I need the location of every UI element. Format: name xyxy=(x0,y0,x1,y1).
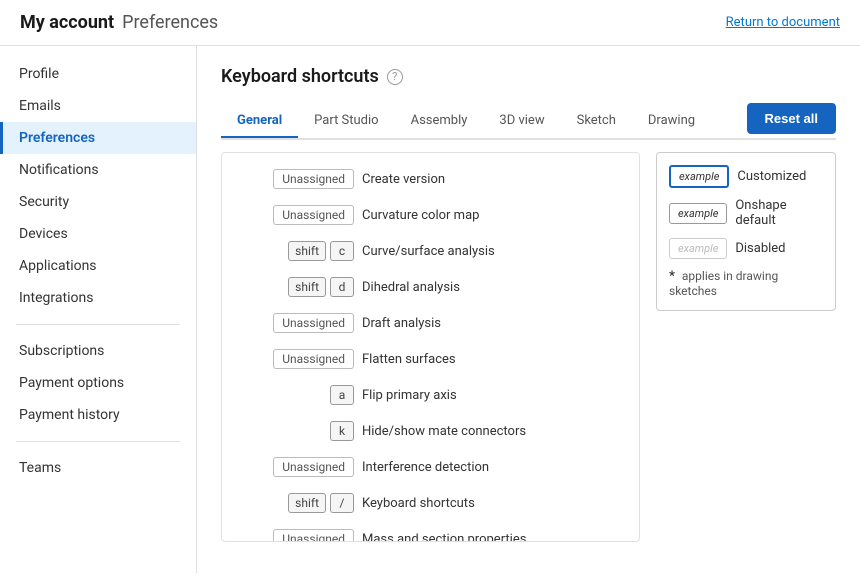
shortcut-list: Unassigned Create version Unassigned Curvat… xyxy=(222,153,639,542)
key-area: Unassigned xyxy=(234,457,354,477)
table-row[interactable]: shiftc Curve/surface analysis xyxy=(222,233,639,269)
tab-assembly[interactable]: Assembly xyxy=(395,105,484,138)
table-row[interactable]: shiftd Dihedral analysis xyxy=(222,269,639,305)
key-badge: k xyxy=(330,421,354,441)
unassigned-badge[interactable]: Unassigned xyxy=(273,313,354,333)
key-badge: shift xyxy=(288,241,326,261)
main-content: Keyboard shortcuts ? General Part Studio… xyxy=(197,46,860,573)
legend-item-disabled: example Disabled xyxy=(669,238,823,259)
key-area: Unassigned xyxy=(234,349,354,369)
tabs-row: General Part Studio Assembly 3D view Ske… xyxy=(221,103,836,140)
shortcut-list-wrapper[interactable]: Unassigned Create version Unassigned Curvat… xyxy=(221,152,640,542)
key-area: k xyxy=(234,421,354,441)
unassigned-badge[interactable]: Unassigned xyxy=(273,349,354,369)
action-label: Flip primary axis xyxy=(362,388,457,403)
table-row[interactable]: Unassigned Create version xyxy=(222,161,639,197)
legend-label-disabled: Disabled xyxy=(735,241,785,256)
legend-panel: example Customized example Onshape defau… xyxy=(656,152,836,311)
legend-key-disabled: example xyxy=(669,238,727,259)
legend-item-onshape: example Onshape default xyxy=(669,198,823,228)
key-area: Unassigned xyxy=(234,169,354,189)
unassigned-badge[interactable]: Unassigned xyxy=(273,205,354,225)
sidebar-item-integrations[interactable]: Integrations xyxy=(0,282,196,314)
key-area: Unassigned xyxy=(234,313,354,333)
myaccount-label: My account xyxy=(20,12,114,33)
action-label: Interference detection xyxy=(362,460,489,475)
sidebar-item-profile[interactable]: Profile xyxy=(0,58,196,90)
layout: Profile Emails Preferences Notifications… xyxy=(0,46,860,573)
sidebar: Profile Emails Preferences Notifications… xyxy=(0,46,197,573)
tab-drawing[interactable]: Drawing xyxy=(632,105,711,138)
unassigned-badge[interactable]: Unassigned xyxy=(273,169,354,189)
sidebar-divider-1 xyxy=(16,324,180,325)
return-link[interactable]: Return to document xyxy=(726,15,840,30)
sidebar-item-security[interactable]: Security xyxy=(0,186,196,218)
header: My account Preferences Return to documen… xyxy=(0,0,860,46)
action-label: Hide/show mate connectors xyxy=(362,424,526,439)
key-badge: / xyxy=(330,493,354,513)
key-area: Unassigned xyxy=(234,205,354,225)
legend-note: * applies in drawing sketches xyxy=(669,269,823,298)
key-badge: a xyxy=(330,385,354,405)
action-label: Flatten surfaces xyxy=(362,352,456,367)
action-label: Draft analysis xyxy=(362,316,441,331)
key-area: Unassigned xyxy=(234,529,354,542)
sidebar-item-emails[interactable]: Emails xyxy=(0,90,196,122)
legend-note-text: applies in drawing sketches xyxy=(669,269,778,298)
unassigned-badge[interactable]: Unassigned xyxy=(273,457,354,477)
legend-key-customized: example xyxy=(669,165,729,188)
legend-label-onshape: Onshape default xyxy=(735,198,823,228)
key-badge: d xyxy=(330,277,354,297)
table-row[interactable]: Unassigned Interference detection xyxy=(222,449,639,485)
table-row[interactable]: k Hide/show mate connectors xyxy=(222,413,639,449)
sidebar-item-subscriptions[interactable]: Subscriptions xyxy=(0,335,196,367)
reset-all-button[interactable]: Reset all xyxy=(747,103,836,134)
sidebar-item-payment-options[interactable]: Payment options xyxy=(0,367,196,399)
header-title: My account Preferences xyxy=(20,12,218,33)
action-label: Curve/surface analysis xyxy=(362,244,495,259)
sidebar-item-notifications[interactable]: Notifications xyxy=(0,154,196,186)
table-row[interactable]: Unassigned Flatten surfaces xyxy=(222,341,639,377)
sidebar-item-preferences[interactable]: Preferences xyxy=(0,122,196,154)
shortcuts-title: Keyboard shortcuts xyxy=(221,66,379,87)
help-icon[interactable]: ? xyxy=(387,69,403,85)
legend-item-customized: example Customized xyxy=(669,165,823,188)
content-area: Unassigned Create version Unassigned Curvat… xyxy=(221,152,836,553)
section-label: Preferences xyxy=(122,12,218,33)
action-label: Mass and section properties xyxy=(362,532,526,543)
key-area: shift/ xyxy=(234,493,354,513)
legend-key-onshape: example xyxy=(669,203,727,224)
action-label: Create version xyxy=(362,172,445,187)
table-row[interactable]: a Flip primary axis xyxy=(222,377,639,413)
sidebar-item-applications[interactable]: Applications xyxy=(0,250,196,282)
tab-general[interactable]: General xyxy=(221,105,298,138)
key-area: a xyxy=(234,385,354,405)
table-row[interactable]: Unassigned Draft analysis xyxy=(222,305,639,341)
key-area: shiftd xyxy=(234,277,354,297)
tab-sketch[interactable]: Sketch xyxy=(561,105,632,138)
action-label: Dihedral analysis xyxy=(362,280,460,295)
key-area: shiftc xyxy=(234,241,354,261)
sidebar-item-teams[interactable]: Teams xyxy=(0,452,196,484)
action-label: Keyboard shortcuts xyxy=(362,496,475,511)
table-row[interactable]: shift/Keyboard shortcuts xyxy=(222,485,639,521)
legend-label-customized: Customized xyxy=(737,169,806,184)
tab-3d-view[interactable]: 3D view xyxy=(483,105,560,138)
sidebar-item-payment-history[interactable]: Payment history xyxy=(0,399,196,431)
key-badge: shift xyxy=(288,493,326,513)
key-badge: c xyxy=(330,241,354,261)
table-row[interactable]: Unassigned Curvature color map xyxy=(222,197,639,233)
table-row[interactable]: Unassigned Mass and section properties xyxy=(222,521,639,542)
key-badge: shift xyxy=(288,277,326,297)
shortcuts-header: Keyboard shortcuts ? xyxy=(221,66,836,87)
sidebar-divider-2 xyxy=(16,441,180,442)
sidebar-item-devices[interactable]: Devices xyxy=(0,218,196,250)
action-label: Curvature color map xyxy=(362,208,479,223)
tab-part-studio[interactable]: Part Studio xyxy=(298,105,394,138)
legend-asterisk: * xyxy=(669,269,675,284)
unassigned-badge[interactable]: Unassigned xyxy=(273,529,354,542)
